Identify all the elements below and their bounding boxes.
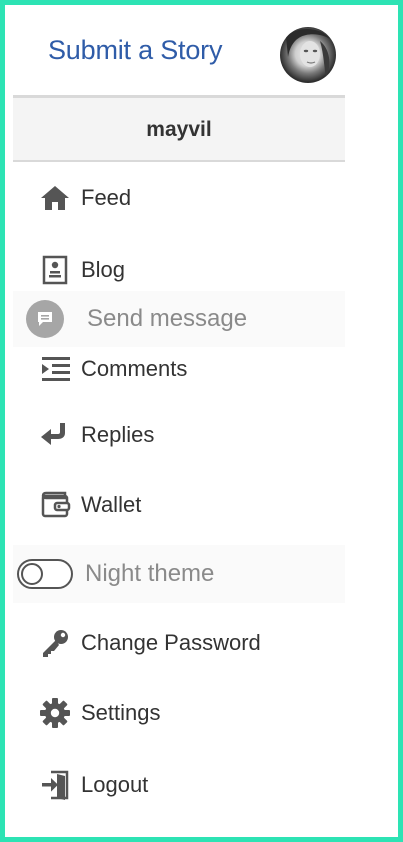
menu-item-night-theme[interactable]: Night theme [13,545,345,603]
gear-icon [35,693,75,733]
message-bubble-badge [26,300,64,338]
app-frame: Submit a Story mayvil Feed Blog Send mes… [0,0,403,842]
username[interactable]: mayvil [13,118,345,142]
home-icon [35,178,75,218]
reply-icon [35,415,75,455]
avatar[interactable] [280,27,336,83]
night-theme-toggle[interactable] [17,559,73,589]
menu-item-wallet-label: Wallet [81,492,142,517]
menu-item-settings[interactable]: Settings [13,683,345,743]
submit-story-link[interactable]: Submit a Story [48,35,222,66]
menu-item-replies-label: Replies [81,422,155,447]
menu-item-night-theme-label: Night theme [85,560,215,587]
user-divider [13,160,345,162]
comments-icon [35,349,75,389]
blog-icon [35,250,75,290]
wallet-icon [35,485,75,525]
side-menu: Submit a Story mayvil Feed Blog Send mes… [13,13,345,835]
menu-item-wallet[interactable]: Wallet [13,475,345,535]
menu-item-logout[interactable]: Logout [13,755,345,815]
menu-item-comments[interactable]: Comments [13,339,345,399]
menu-item-change-password-label: Change Password [81,630,261,655]
menu-item-settings-label: Settings [81,700,161,725]
avatar-photo [280,27,336,83]
menu-item-blog-label: Blog [81,257,126,282]
menu-item-logout-label: Logout [81,772,149,797]
menu-item-feed[interactable]: Feed [13,168,345,228]
menu-item-feed-label: Feed [81,185,132,210]
menu-item-replies[interactable]: Replies [13,405,345,465]
logout-icon [35,765,75,805]
user-block: mayvil [13,98,345,160]
menu-item-change-password[interactable]: Change Password [13,613,345,673]
message-bubble-icon [25,299,65,339]
toggle-knob [21,563,43,585]
menu-header: Submit a Story [13,13,345,95]
menu-item-comments-label: Comments [81,356,188,381]
menu-item-send-message-label: Send message [87,305,248,332]
key-icon [35,623,75,663]
